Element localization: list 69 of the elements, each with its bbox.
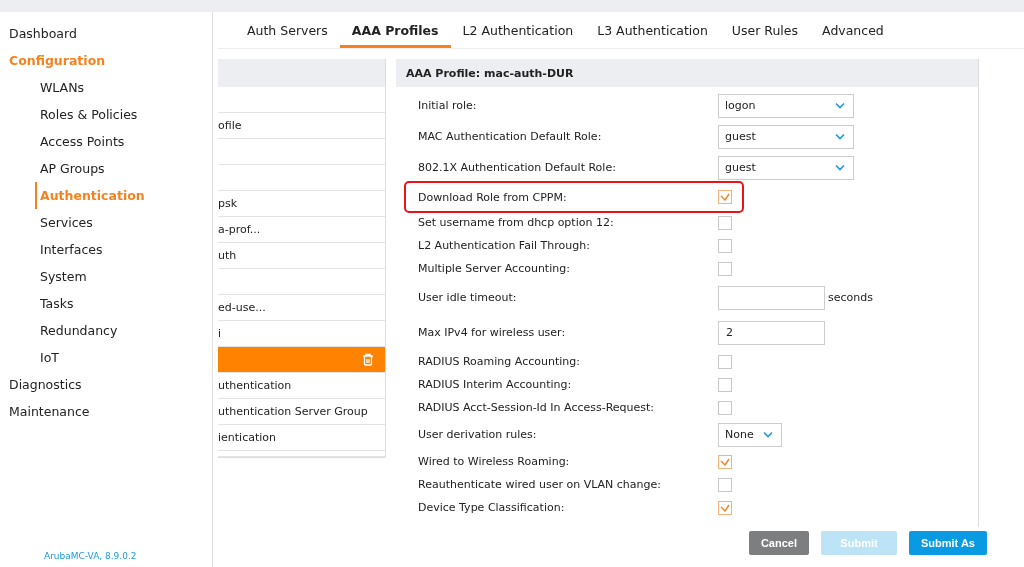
checkbox[interactable] <box>718 477 732 492</box>
form-title: AAA Profile: mac-auth-DUR <box>406 66 574 80</box>
chevron-down-icon <box>835 102 845 109</box>
nav-subitem[interactable]: AP Groups <box>40 155 212 182</box>
trash-icon[interactable] <box>362 353 374 366</box>
nav-subitem[interactable]: Redundancy <box>40 317 212 344</box>
nav-subitem[interactable]: System <box>40 263 212 290</box>
checkbox[interactable] <box>718 454 732 469</box>
tab[interactable]: AAA Profiles <box>339 12 451 48</box>
field-label: User idle timeout: <box>418 291 518 304</box>
nav-subitem[interactable]: Access Points <box>40 128 212 155</box>
tab[interactable]: Advanced <box>810 12 896 48</box>
tab[interactable]: L2 Authentication <box>450 12 586 48</box>
field-label: Multiple Server Accounting: <box>418 262 571 275</box>
list-row[interactable]: uth <box>218 243 385 269</box>
tab[interactable]: User Rules <box>719 12 811 48</box>
checkbox[interactable] <box>718 238 732 253</box>
select-field[interactable]: guest <box>718 155 854 180</box>
chevron-down-icon <box>835 164 845 171</box>
list-row[interactable]: ed-use... <box>218 295 385 321</box>
select-field[interactable]: guest <box>718 124 854 149</box>
list-row[interactable]: ientication <box>218 425 385 451</box>
nav-subitem[interactable]: WLANs <box>40 74 212 101</box>
checkbox[interactable] <box>718 354 732 369</box>
action-button[interactable]: Cancel <box>748 531 809 555</box>
checkbox[interactable] <box>718 190 732 204</box>
checkbox[interactable] <box>718 377 732 392</box>
field-label: Max IPv4 for wireless user: <box>418 326 567 339</box>
nav-item[interactable]: Dashboard <box>0 20 212 47</box>
field-label: L2 Authentication Fail Through: <box>418 239 591 252</box>
nav-subitem[interactable]: Interfaces <box>40 236 212 263</box>
list-row[interactable] <box>218 347 385 373</box>
tab[interactable]: L3 Authentication <box>585 12 720 48</box>
field-label: Device Type Classification: <box>418 501 566 514</box>
nav-item[interactable]: Maintenance <box>0 398 212 425</box>
field-label: Set username from dhcp option 12: <box>418 216 615 229</box>
field-label: Reauthenticate wired user on VLAN change: <box>418 478 662 491</box>
nav-subitem[interactable]: Tasks <box>40 290 212 317</box>
checkbox[interactable] <box>718 500 732 515</box>
list-row[interactable]: uthentication <box>218 373 385 399</box>
nav-subitem[interactable]: IoT <box>40 344 212 371</box>
list-row[interactable]: uthentication Server Group <box>218 399 385 425</box>
nav-subitem[interactable]: Services <box>40 209 212 236</box>
field-label: RADIUS Interim Accounting: <box>418 378 573 391</box>
chevron-down-icon <box>763 431 773 438</box>
field-label: RADIUS Roaming Accounting: <box>418 355 581 368</box>
chevron-down-icon <box>835 133 845 140</box>
field-label: 802.1X Authentication Default Role: <box>418 161 617 174</box>
list-row[interactable]: a-prof... <box>218 217 385 243</box>
nav-subitem[interactable]: Roles & Policies <box>40 101 212 128</box>
unit-label: seconds <box>828 291 873 304</box>
nav-item[interactable]: Diagnostics <box>0 371 212 398</box>
field-label: User derivation rules: <box>418 428 538 441</box>
checkbox[interactable] <box>718 261 732 276</box>
checkbox[interactable] <box>718 400 732 415</box>
version-text: ArubaMC-VA, 8.9.0.2 <box>44 551 138 561</box>
tab[interactable]: Auth Servers <box>235 12 340 48</box>
field-label: RADIUS Acct-Session-Id In Access-Request: <box>418 401 656 414</box>
input-field[interactable]: 2 <box>718 320 825 345</box>
field-label: Wired to Wireless Roaming: <box>418 455 571 468</box>
input-field[interactable] <box>718 285 825 310</box>
list-row[interactable]: psk <box>218 191 385 217</box>
field-label: Download Role from CPPM: <box>418 190 568 204</box>
select-field[interactable]: logon <box>718 93 854 118</box>
field-label: Initial role: <box>418 99 478 112</box>
field-label: MAC Authentication Default Role: <box>418 130 603 143</box>
select-field[interactable]: None <box>718 422 782 447</box>
checkbox[interactable] <box>718 215 732 230</box>
list-row[interactable]: ofile <box>218 113 385 139</box>
